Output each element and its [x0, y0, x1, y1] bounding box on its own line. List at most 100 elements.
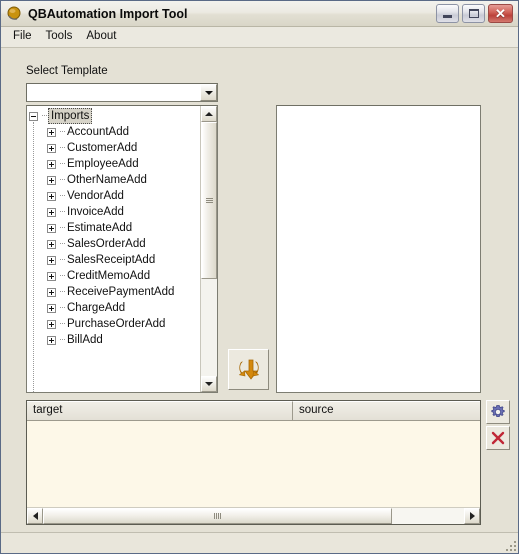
- tree-node-label[interactable]: EstimateAdd: [67, 221, 132, 235]
- window-controls: ✕: [436, 4, 513, 23]
- tree-expander-expand-icon[interactable]: [47, 303, 56, 313]
- mapping-grid-horizontal-scrollbar[interactable]: [27, 507, 480, 524]
- tree-dot-connector: [60, 307, 65, 309]
- hscrollbar-track[interactable]: [43, 508, 464, 524]
- menu-item-tools[interactable]: Tools: [40, 29, 81, 46]
- tree-row[interactable]: AccountAdd: [29, 124, 200, 140]
- transfer-down-arrow-icon: [238, 359, 259, 380]
- tree-row[interactable]: PurchaseOrderAdd: [29, 316, 200, 332]
- mapping-action-buttons: [486, 400, 510, 452]
- tree-node-label[interactable]: EmployeeAdd: [67, 157, 139, 171]
- mapping-grid[interactable]: target source: [26, 400, 481, 525]
- scrollbar-thumb[interactable]: [201, 122, 217, 280]
- tree-node-label[interactable]: InvoiceAdd: [67, 205, 124, 219]
- tree-expander-expand-icon[interactable]: [47, 175, 56, 185]
- mapping-grid-body[interactable]: [27, 421, 480, 507]
- tree-expander-expand-icon[interactable]: [47, 191, 56, 201]
- tree-node-label[interactable]: ReceivePaymentAdd: [67, 285, 174, 299]
- tree-expander-expand-icon[interactable]: [47, 287, 56, 297]
- tree-dot-connector: [60, 243, 65, 245]
- tree-expander-expand-icon[interactable]: [47, 239, 56, 249]
- tree-expander-expand-icon[interactable]: [47, 143, 56, 153]
- tree-dot-connector: [60, 163, 65, 165]
- tree-expander-expand-icon[interactable]: [47, 159, 56, 169]
- tree-row[interactable]: InvoiceAdd: [29, 204, 200, 220]
- tree-node-label[interactable]: BillAdd: [67, 333, 103, 347]
- caret-down-icon: [205, 382, 213, 386]
- red-x-icon: [491, 431, 505, 445]
- tree-expander-expand-icon[interactable]: [47, 127, 56, 137]
- tree-node-label[interactable]: PurchaseOrderAdd: [67, 317, 165, 331]
- scroll-left-button[interactable]: [27, 508, 43, 524]
- minimize-icon: [443, 15, 452, 18]
- hscrollbar-thumb[interactable]: [43, 508, 393, 524]
- tree-node-label[interactable]: ChargeAdd: [67, 301, 125, 315]
- close-icon: ✕: [495, 6, 506, 21]
- app-logo-icon[interactable]: [6, 6, 22, 22]
- close-button[interactable]: ✕: [488, 4, 513, 23]
- tree-node-label[interactable]: AccountAdd: [67, 125, 129, 139]
- caret-right-icon: [469, 512, 475, 520]
- tree-expander-collapse-icon[interactable]: [29, 111, 38, 121]
- tree-row[interactable]: ChargeAdd: [29, 300, 200, 316]
- tree-row-root[interactable]: Imports: [29, 108, 200, 124]
- tree-row[interactable]: VendorAdd: [29, 188, 200, 204]
- menu-bar: File Tools About: [1, 27, 518, 48]
- tree-dot-connector: [60, 323, 65, 325]
- tree-row[interactable]: OtherNameAdd: [29, 172, 200, 188]
- tree-row[interactable]: EmployeeAdd: [29, 156, 200, 172]
- tree-expander-expand-icon[interactable]: [47, 207, 56, 217]
- column-header-source[interactable]: source: [293, 401, 480, 420]
- menu-item-about[interactable]: About: [80, 29, 124, 46]
- imports-tree-panel[interactable]: Imports AccountAdd CustomerAdd EmployeeA…: [26, 105, 218, 393]
- window-title: QBAutomation Import Tool: [28, 6, 188, 21]
- scrollbar-track[interactable]: [201, 122, 217, 376]
- minimize-button[interactable]: [436, 4, 459, 23]
- gear-icon: [491, 405, 505, 418]
- template-combobox-value[interactable]: [27, 84, 200, 101]
- tree-row[interactable]: BillAdd: [29, 332, 200, 348]
- scroll-right-button[interactable]: [464, 508, 480, 524]
- tree-row[interactable]: SalesReceiptAdd: [29, 252, 200, 268]
- tree-node-label[interactable]: OtherNameAdd: [67, 173, 147, 187]
- resize-grip-icon[interactable]: [502, 537, 516, 551]
- transfer-mapping-button[interactable]: [228, 349, 269, 390]
- settings-button[interactable]: [486, 400, 510, 424]
- tree-dot-connector: [60, 195, 65, 197]
- status-bar: [1, 532, 518, 553]
- chevron-down-icon: [204, 90, 213, 95]
- hscrollbar-grip-icon: [214, 513, 222, 519]
- imports-tree-body: Imports AccountAdd CustomerAdd EmployeeA…: [27, 106, 200, 392]
- template-combobox-arrow-button[interactable]: [200, 84, 217, 101]
- tree-expander-expand-icon[interactable]: [47, 319, 56, 329]
- scroll-up-button[interactable]: [201, 106, 217, 122]
- tree-node-label[interactable]: SalesReceiptAdd: [67, 253, 155, 267]
- tree-row[interactable]: SalesOrderAdd: [29, 236, 200, 252]
- column-header-target[interactable]: target: [27, 401, 293, 420]
- tree-row[interactable]: EstimateAdd: [29, 220, 200, 236]
- menu-item-file[interactable]: File: [7, 29, 40, 46]
- tree-node-label[interactable]: SalesOrderAdd: [67, 237, 146, 251]
- tree-node-label-imports[interactable]: Imports: [48, 108, 93, 124]
- tree-node-label[interactable]: CustomerAdd: [67, 141, 137, 155]
- tree-dot-connector: [60, 259, 65, 261]
- tree-dot-connector: [60, 291, 65, 293]
- title-bar[interactable]: QBAutomation Import Tool ✕: [1, 1, 518, 27]
- tree-node-label[interactable]: CreditMemoAdd: [67, 269, 150, 283]
- tree-row[interactable]: ReceivePaymentAdd: [29, 284, 200, 300]
- delete-mapping-button[interactable]: [486, 426, 510, 450]
- source-fields-panel[interactable]: [276, 105, 481, 393]
- tree-expander-expand-icon[interactable]: [47, 271, 56, 281]
- maximize-button[interactable]: [462, 4, 485, 23]
- tree-vertical-scrollbar[interactable]: [200, 106, 217, 392]
- tree-dot-connector: [42, 115, 47, 117]
- tree-node-label[interactable]: VendorAdd: [67, 189, 124, 203]
- tree-expander-expand-icon[interactable]: [47, 223, 56, 233]
- maximize-icon: [468, 9, 479, 18]
- tree-expander-expand-icon[interactable]: [47, 255, 56, 265]
- template-combobox[interactable]: [26, 83, 218, 102]
- tree-row[interactable]: CreditMemoAdd: [29, 268, 200, 284]
- tree-expander-expand-icon[interactable]: [47, 335, 56, 345]
- tree-row[interactable]: CustomerAdd: [29, 140, 200, 156]
- scroll-down-button[interactable]: [201, 376, 217, 392]
